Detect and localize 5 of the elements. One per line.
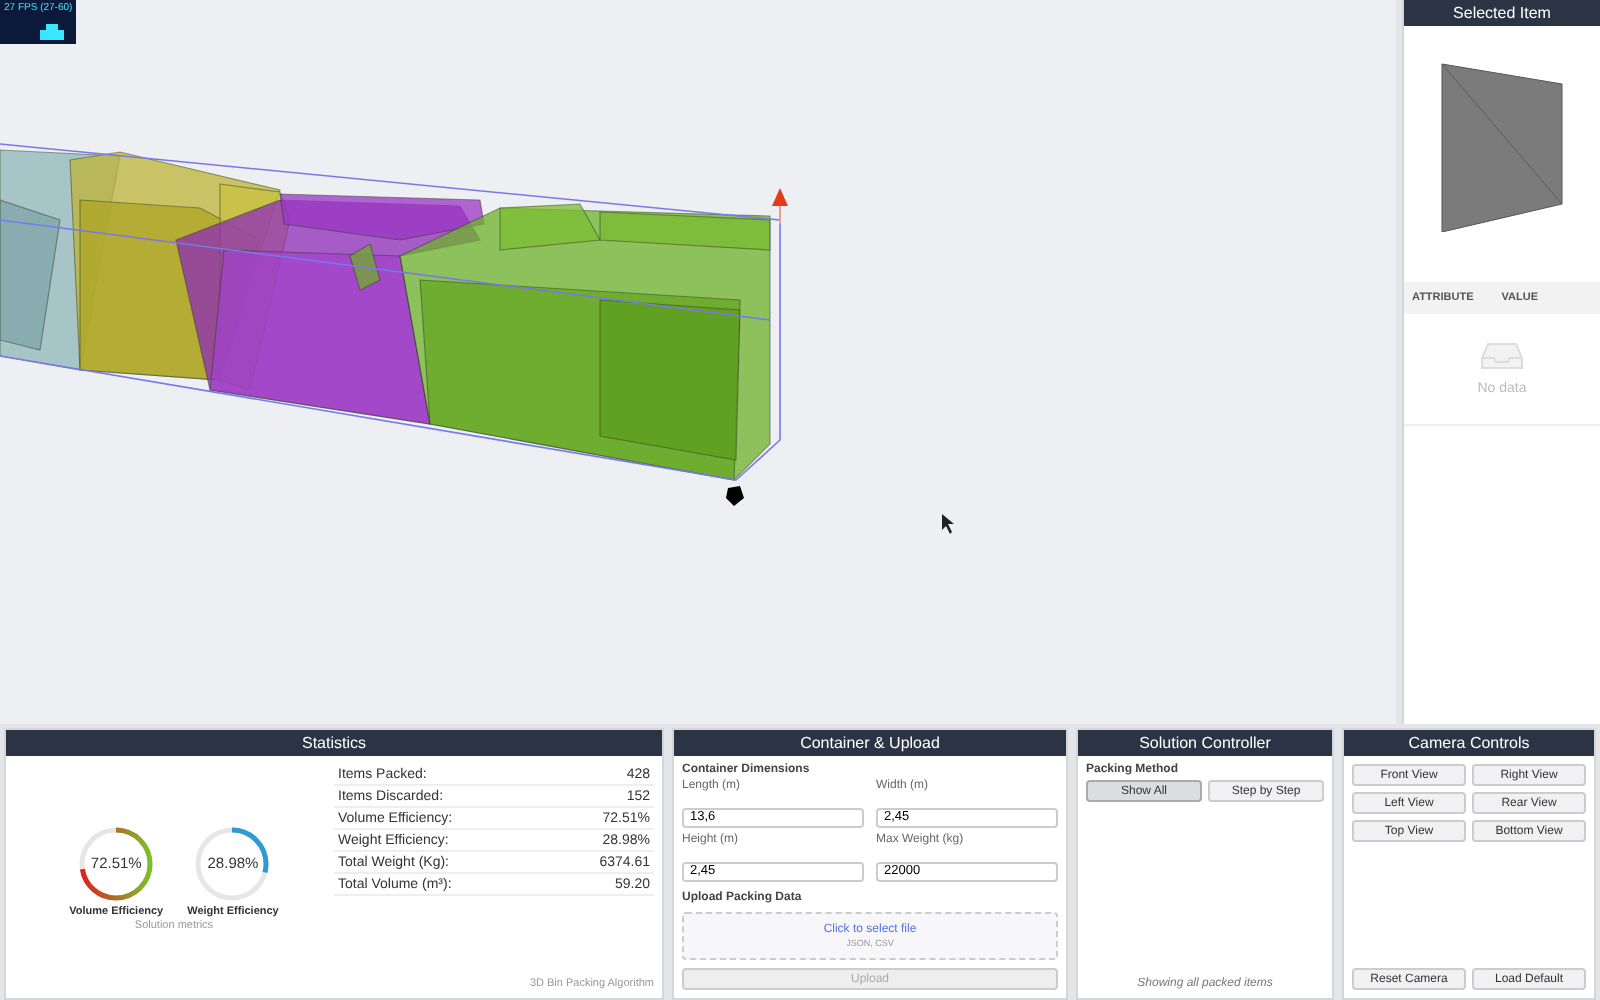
panel-title: Statistics: [6, 730, 662, 756]
panel-title: Camera Controls: [1344, 730, 1594, 756]
panel-title: Selected Item: [1404, 0, 1600, 26]
panel-title: Container & Upload: [674, 730, 1066, 756]
panel-title: Solution Controller: [1078, 730, 1332, 756]
